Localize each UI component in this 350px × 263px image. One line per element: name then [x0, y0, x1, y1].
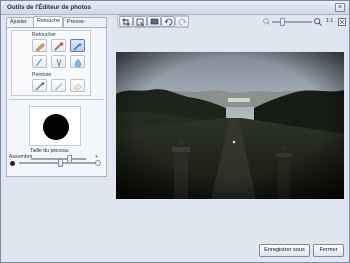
monitor-button[interactable]	[147, 16, 161, 27]
brush-tool-button[interactable]	[51, 39, 66, 52]
undo-button[interactable]	[161, 16, 175, 27]
tab-presse-papiers[interactable]: Presse-papiers	[63, 17, 107, 34]
drop-icon	[74, 58, 82, 67]
close-window-button[interactable]: ×	[335, 3, 345, 12]
tweezers-icon	[56, 58, 62, 67]
photo-editor-tools-window: Outils de l'Éditeur de photos × Ajuster …	[0, 0, 350, 263]
wand-tool-button[interactable]	[70, 39, 85, 52]
tab-retouche[interactable]: Retouche	[33, 16, 63, 27]
bandage-tool-button[interactable]	[32, 55, 47, 68]
darken-min-dot	[10, 161, 15, 166]
tab-ajuster[interactable]: Ajuster	[6, 17, 34, 27]
brush-size-label: Taille du pinceau	[30, 148, 69, 154]
tweezers-tool-button[interactable]	[51, 55, 66, 68]
zoom-thumb[interactable]	[279, 18, 285, 26]
eraser-tool-button[interactable]	[70, 79, 85, 92]
bandage-icon	[36, 58, 43, 66]
zoom-controls: 1:1	[263, 17, 349, 27]
redo-button[interactable]	[175, 16, 189, 27]
resize-button[interactable]	[133, 16, 147, 27]
redo-icon	[178, 18, 187, 26]
zoom-in-icon[interactable]	[314, 18, 322, 26]
window-title: Outils de l'Éditeur de photos	[7, 4, 91, 11]
landscape-photo	[116, 52, 344, 199]
darken-track[interactable]	[19, 162, 95, 164]
monitor-icon	[150, 18, 159, 25]
zoom-ratio-label[interactable]: 1:1	[326, 18, 333, 24]
pencil-eraser-tool-button[interactable]	[32, 39, 47, 52]
peinture-label: Peinture	[32, 72, 52, 78]
brush-preview-frame	[29, 106, 81, 146]
zoom-out-icon[interactable]	[263, 18, 270, 25]
darken-label: Assombrir	[9, 154, 33, 160]
crop-button[interactable]	[119, 16, 133, 27]
darken-thumb[interactable]	[58, 159, 64, 167]
crop-icon	[122, 18, 130, 26]
wand-icon	[73, 42, 82, 51]
darken-max-dot	[95, 160, 101, 166]
brush-color-swatch[interactable]	[43, 114, 69, 140]
divider	[9, 99, 104, 100]
pen-tool-button[interactable]	[51, 79, 66, 92]
pen-icon	[55, 83, 63, 91]
save-as-button[interactable]: Enregistrer sous	[259, 244, 310, 257]
fit-window-icon[interactable]	[338, 18, 346, 26]
photo-preview[interactable]	[116, 52, 344, 199]
pencil-eraser-icon	[35, 43, 45, 51]
undo-icon	[164, 18, 173, 26]
drop-tool-button[interactable]	[70, 55, 85, 68]
paint-brush-tool-button[interactable]	[32, 79, 47, 92]
close-button[interactable]: Fermer	[313, 244, 344, 257]
eraser-icon	[73, 83, 82, 91]
brush-icon	[54, 42, 64, 51]
paint-brush-icon	[35, 82, 45, 91]
title-bar: Outils de l'Éditeur de photos ×	[1, 1, 349, 15]
resize-icon	[136, 18, 145, 26]
retouche-panel: Retoucher Peinture Taille du pinceau Ass…	[6, 27, 107, 177]
retoucher-label: Retoucher	[32, 32, 56, 38]
zoom-track[interactable]	[272, 21, 312, 23]
